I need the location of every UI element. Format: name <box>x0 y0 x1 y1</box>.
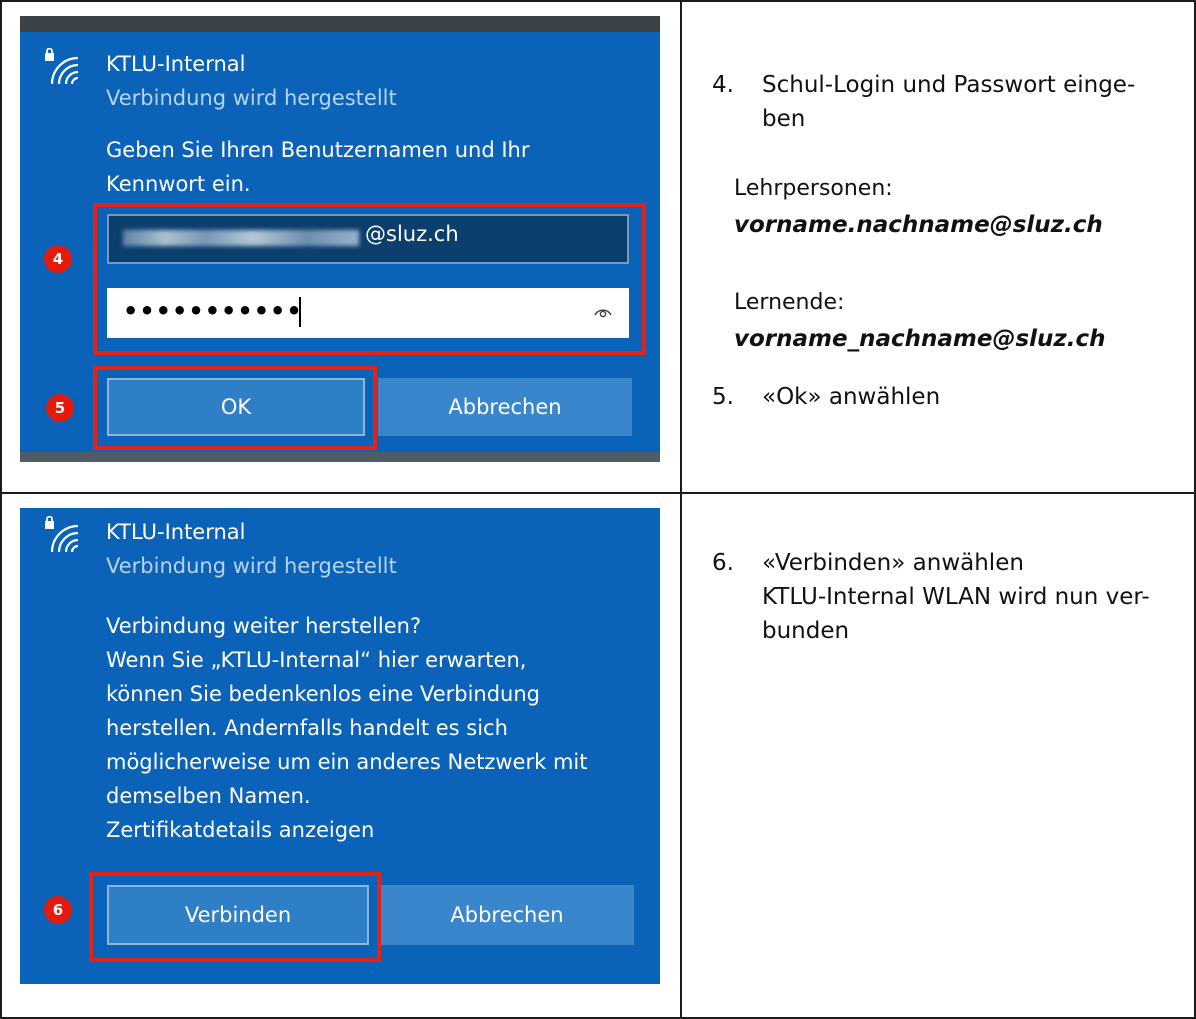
table-border-middle <box>0 492 1196 494</box>
step-badge-4: 4 <box>44 245 72 273</box>
message-line: Wenn Sie „KTLU-Internal“ hier erwarten, <box>106 648 527 672</box>
message-line: demselben Namen. <box>106 784 311 808</box>
prompt-line: Geben Sie Ihren Benutzernamen und Ihr <box>106 138 530 162</box>
teachers-login-format: vorname.nachname@sluz.ch <box>734 212 1103 238</box>
step-text: «Ok» anwählen <box>762 384 941 410</box>
credentials-dialog-screenshot: KTLU-Internal Verbindung wird hergestell… <box>20 16 660 462</box>
message-line: können Sie bedenkenlos eine Verbindung <box>106 682 540 706</box>
step-line: ben <box>762 106 806 132</box>
table-border-divider <box>680 0 682 1019</box>
ok-highlight <box>93 366 377 450</box>
step-line: «Verbinden» anwählen <box>762 550 1024 576</box>
connection-status: Verbindung wird hergestellt <box>106 554 397 578</box>
step-badge-5: 5 <box>46 394 74 422</box>
message-line: herstellen. Andernfalls handelt es sich <box>106 716 508 740</box>
connection-status: Verbindung wird hergestellt <box>106 86 397 110</box>
step-line: KTLU-Internal WLAN wird nun ver- <box>762 584 1150 610</box>
step-6: 6. «Verbinden» anwählen KTLU-Internal WL… <box>712 546 1172 666</box>
students-login-format: vorname_nachname@sluz.ch <box>734 326 1106 352</box>
connect-highlight <box>89 872 381 962</box>
step-line: bunden <box>762 618 850 644</box>
step-number: 6. <box>712 550 734 576</box>
network-name: KTLU-Internal <box>106 520 246 544</box>
step-4: 4. Schul-Login und Passwort einge- ben <box>712 68 1172 148</box>
table-border-left <box>0 0 2 1019</box>
message-line: möglicherweise um ein anderes Netzwerk m… <box>106 750 588 774</box>
step-5: 5. «Ok» anwählen <box>712 380 1172 420</box>
step-number: 4. <box>712 72 734 98</box>
certificate-message: Verbindung weiter herstellen? Wenn Sie „… <box>106 609 587 847</box>
dialog-bottom-strip <box>20 452 660 462</box>
cancel-button[interactable]: Abbrechen <box>380 885 634 945</box>
certificate-details-link[interactable]: Zertifikatdetails anzeigen <box>106 813 587 847</box>
credentials-prompt: Geben Sie Ihren Benutzernamen und Ihr Ke… <box>106 133 529 201</box>
prompt-line: Kennwort ein. <box>106 172 251 196</box>
network-name: KTLU-Internal <box>106 52 246 76</box>
wifi-lock-icon <box>45 48 79 85</box>
step-text: Schul-Login und Passwort einge- ben <box>762 68 1135 136</box>
students-label: Lernende: <box>734 290 845 315</box>
cancel-button[interactable]: Abbrechen <box>378 378 632 436</box>
table-border-top <box>0 0 1196 2</box>
message-line: Verbindung weiter herstellen? <box>106 614 422 638</box>
step-badge-6: 6 <box>44 896 72 924</box>
step-line: Schul-Login und Passwort einge- <box>762 72 1136 98</box>
teachers-label: Lehrpersonen: <box>734 176 893 201</box>
step-number: 5. <box>712 384 734 410</box>
fields-highlight <box>93 203 646 355</box>
wifi-lock-icon <box>45 516 79 553</box>
connect-dialog-screenshot: KTLU-Internal Verbindung wird hergestell… <box>20 508 660 984</box>
taskbar-strip <box>20 16 660 32</box>
step-text: «Verbinden» anwählen KTLU-Internal WLAN … <box>762 546 1150 648</box>
